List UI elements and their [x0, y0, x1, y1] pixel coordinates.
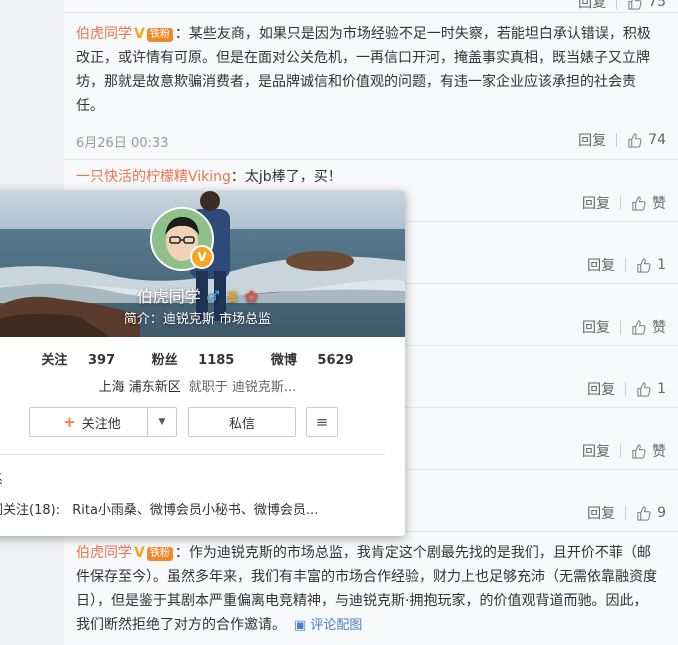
- like-button[interactable]: 74: [627, 132, 666, 148]
- mutual-follows: 同关注(18): Rita小雨桑、微博会员小秘书、微博会员...: [0, 503, 319, 518]
- comment-actions: 回复 74: [578, 130, 666, 150]
- verified-icon: V: [134, 545, 145, 561]
- comment-image-link[interactable]: ▣ 评论配图: [294, 618, 362, 633]
- reply-button[interactable]: 回复: [587, 255, 615, 275]
- following-stat[interactable]: 关注 397: [33, 353, 123, 368]
- image-icon: ▣: [294, 618, 311, 633]
- caret-down-icon: ▼: [158, 417, 166, 427]
- like-count: 9: [657, 505, 666, 521]
- like-count: 75: [648, 0, 666, 10]
- profile-job: 就职于 迪锐克斯...: [188, 380, 297, 395]
- comment-text: 伯虎同学 V 铁粉 ：某些友商，如果只是因为市场经验不足一时失察，若能坦白承认错误，积…: [76, 22, 660, 118]
- like-count: 赞: [652, 444, 666, 460]
- reply-button[interactable]: 回复: [587, 503, 615, 523]
- more-menu-button[interactable]: ≡: [306, 407, 338, 437]
- comment-actions: 回复 9: [587, 503, 666, 523]
- reply-button[interactable]: 回复: [578, 0, 606, 12]
- comment-username[interactable]: 伯虎同学: [76, 26, 132, 42]
- user-profile-card: V 伯虎同学 ♂ ♛ ✿ 简介：迪锐克斯 市场总监 关注 397 粉丝 1185…: [0, 191, 405, 536]
- thumbs-up-icon: [632, 319, 646, 335]
- thumbs-up-icon: [632, 443, 646, 459]
- comment-actions: 回复 75: [578, 0, 666, 12]
- comment-username[interactable]: 伯虎同学: [76, 545, 132, 561]
- profile-intro: 简介：迪锐克斯 市场总监: [123, 312, 272, 327]
- comment-text: 伯虎同学 V 铁粉 ：作为迪锐克斯的市场总监，我肯定这个剧最先找的是我们，且开价不菲（…: [76, 541, 660, 638]
- thumbs-up-icon: [637, 257, 651, 273]
- fans-stat[interactable]: 粉丝 1185: [144, 353, 243, 368]
- comment-actions: 回复 赞: [582, 441, 666, 461]
- comment-actions: 回复 1: [587, 255, 666, 275]
- thumbs-up-icon: [637, 505, 651, 521]
- reply-button[interactable]: 回复: [587, 379, 615, 399]
- comment-body: ：太jb棒了，买！: [230, 169, 342, 185]
- male-icon: ♂: [205, 287, 221, 306]
- reply-button[interactable]: 回复: [582, 193, 610, 213]
- weibo-stat[interactable]: 微博 5629: [263, 353, 362, 368]
- comment-text: 一只快活的柠檬精Viking：太jb棒了，买！: [76, 165, 660, 189]
- thumbs-up-icon: [628, 0, 642, 10]
- comment-username[interactable]: 一只快活的柠檬精Viking: [76, 169, 231, 185]
- badge-icon: ✿: [244, 287, 259, 306]
- card-partial-line: 系: [0, 469, 3, 488]
- verified-icon: V: [134, 26, 145, 42]
- member-crown-icon: ♛: [225, 287, 240, 306]
- thumbs-up-icon: [628, 132, 642, 148]
- profile-stats: 关注 397 粉丝 1185 微博 5629: [0, 349, 405, 368]
- menu-icon: ≡: [315, 413, 329, 431]
- like-count: 1: [657, 381, 666, 397]
- comment-actions: 回复 1: [587, 379, 666, 399]
- comment-row: 伯虎同学 V 铁粉 ：作为迪锐克斯的市场总监，我肯定这个剧最先找的是我们，且开价不菲（…: [64, 531, 678, 645]
- like-button[interactable]: 赞: [631, 317, 666, 337]
- thumbs-up-icon: [637, 381, 651, 397]
- like-count: 74: [648, 132, 666, 148]
- message-button[interactable]: 私信: [188, 407, 296, 437]
- like-count: 赞: [652, 196, 666, 212]
- follow-button[interactable]: + 关注他: [29, 407, 155, 437]
- profile-name-row: 伯虎同学 ♂ ♛ ✿: [0, 283, 405, 307]
- comment-row: 伯虎同学 V 铁粉 ：某些友商，如果只是因为市场经验不足一时失察，若能坦白承认错误，积…: [64, 12, 678, 160]
- reply-button[interactable]: 回复: [582, 317, 610, 337]
- like-button[interactable]: 9: [636, 505, 666, 521]
- mutual-follows-list[interactable]: Rita小雨桑、微博会员小秘书、微博会员...: [72, 503, 318, 518]
- fan-badge: 铁粉: [146, 28, 173, 42]
- like-button[interactable]: 75: [627, 0, 666, 10]
- like-button[interactable]: 1: [636, 381, 666, 397]
- like-button[interactable]: 赞: [631, 193, 666, 213]
- reply-button[interactable]: 回复: [582, 441, 610, 461]
- plus-icon: +: [63, 413, 76, 431]
- profile-location: 上海 浦东新区 就职于 迪锐克斯...: [98, 380, 297, 395]
- follow-dropdown-button[interactable]: ▼: [147, 407, 177, 437]
- fan-badge: 铁粉: [146, 547, 173, 561]
- like-button[interactable]: 赞: [631, 441, 666, 461]
- thumbs-up-icon: [632, 195, 646, 211]
- comment-actions: 回复 赞: [582, 317, 666, 337]
- like-count: 赞: [652, 320, 666, 336]
- verified-badge-icon: V: [190, 245, 214, 269]
- reply-button[interactable]: 回复: [578, 130, 606, 150]
- comment-time: 6月26日 00:33: [76, 136, 169, 151]
- card-divider: [0, 454, 385, 455]
- like-button[interactable]: 1: [636, 257, 666, 273]
- like-count: 1: [657, 257, 666, 273]
- profile-name[interactable]: 伯虎同学: [137, 287, 201, 306]
- comment-actions: 回复 赞: [582, 193, 666, 213]
